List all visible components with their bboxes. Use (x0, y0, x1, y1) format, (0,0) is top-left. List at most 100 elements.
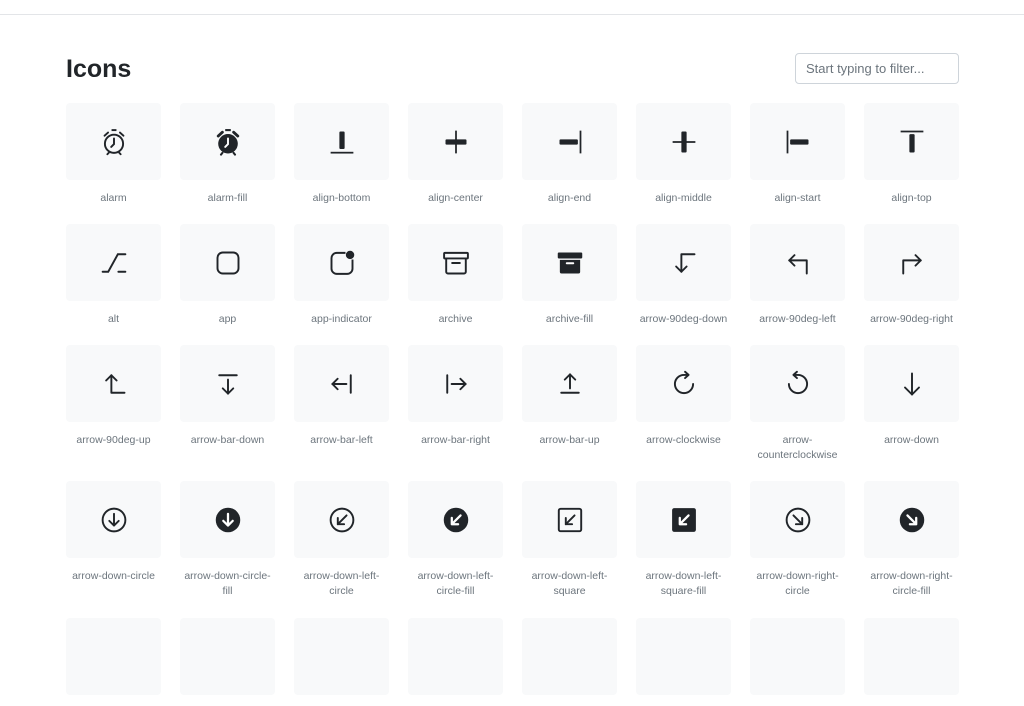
icon-preview[interactable] (750, 345, 845, 422)
icon-preview[interactable] (750, 103, 845, 180)
icon-tile[interactable]: align-start (750, 103, 845, 206)
icon-preview[interactable] (636, 481, 731, 558)
icon-preview[interactable] (66, 224, 161, 301)
icon-preview[interactable] (864, 345, 959, 422)
arrow-down-left-circle-icon (328, 506, 356, 534)
icon-tile[interactable]: alarm (66, 103, 161, 206)
icon-label: arrow-90deg-left (759, 313, 836, 325)
icon-label: align-center (428, 192, 483, 204)
icon-preview[interactable] (864, 481, 959, 558)
filter-input[interactable] (795, 53, 959, 84)
icon-preview[interactable] (294, 103, 389, 180)
arrow-down-left-square-icon (556, 506, 584, 534)
icon-tile[interactable]: arrow-bar-right (408, 345, 503, 463)
icon-preview[interactable] (294, 618, 389, 695)
icon-tile[interactable]: app-indicator (294, 224, 389, 327)
icon-label: arrow-down (884, 434, 939, 446)
icon-preview[interactable] (66, 103, 161, 180)
icon-tile[interactable]: align-center (408, 103, 503, 206)
icon-tile[interactable]: align-bottom (294, 103, 389, 206)
icon-tile[interactable] (864, 618, 959, 706)
icon-label: arrow-down-left-square-fill (645, 570, 722, 597)
icon-preview[interactable] (408, 103, 503, 180)
icon-preview[interactable] (522, 103, 617, 180)
icon-preview[interactable] (522, 224, 617, 301)
icon-preview[interactable] (636, 224, 731, 301)
icon-tile[interactable]: arrow-down-left-square-fill (636, 481, 731, 599)
icon-tile[interactable]: arrow-down-circle (66, 481, 161, 599)
icon-preview[interactable] (66, 481, 161, 558)
icon-tile[interactable]: alt (66, 224, 161, 327)
icon-preview[interactable] (750, 481, 845, 558)
icon-preview[interactable] (180, 103, 275, 180)
icon-tile[interactable]: align-top (864, 103, 959, 206)
icon-tile[interactable]: arrow-90deg-up (66, 345, 161, 463)
icon-preview[interactable] (408, 618, 503, 695)
icon-label: arrow-90deg-down (639, 313, 728, 325)
icon-preview[interactable] (180, 345, 275, 422)
icon-preview[interactable] (636, 103, 731, 180)
icon-tile[interactable]: arrow-down-circle-fill (180, 481, 275, 599)
icon-preview[interactable] (636, 618, 731, 695)
icon-tile[interactable]: archive-fill (522, 224, 617, 327)
icon-tile[interactable] (294, 618, 389, 706)
icon-preview[interactable] (408, 345, 503, 422)
icon-preview[interactable] (522, 345, 617, 422)
icon-tile[interactable] (66, 618, 161, 706)
icon-label: arrow-bar-down (190, 434, 265, 446)
icon-tile[interactable]: arrow-90deg-right (864, 224, 959, 327)
icon-preview[interactable] (180, 224, 275, 301)
icon-preview[interactable] (294, 481, 389, 558)
icon-preview[interactable] (408, 481, 503, 558)
icon-preview[interactable] (66, 345, 161, 422)
arrow-bar-left-icon (328, 370, 356, 398)
icon-preview[interactable] (522, 618, 617, 695)
icon-tile[interactable] (750, 618, 845, 706)
align-end-icon (556, 128, 584, 156)
icon-preview[interactable] (750, 224, 845, 301)
icon-preview[interactable] (408, 224, 503, 301)
icon-preview[interactable] (636, 345, 731, 422)
icon-tile[interactable]: arrow-down-right-circle-fill (864, 481, 959, 599)
icon-tile[interactable]: arrow-clockwise (636, 345, 731, 463)
icon-tile[interactable]: arrow-down-right-circle (750, 481, 845, 599)
icon-tile[interactable]: arrow-bar-left (294, 345, 389, 463)
icon-preview[interactable] (522, 481, 617, 558)
icon-tile[interactable]: alarm-fill (180, 103, 275, 206)
icon-tile[interactable]: archive (408, 224, 503, 327)
icon-tile[interactable]: arrow-down-left-square (522, 481, 617, 599)
icon-tile[interactable] (180, 618, 275, 706)
icon-tile[interactable]: arrow-bar-up (522, 345, 617, 463)
icon-preview[interactable] (180, 618, 275, 695)
icon-tile[interactable]: arrow-bar-down (180, 345, 275, 463)
icon-preview[interactable] (294, 345, 389, 422)
icon-tile[interactable]: app (180, 224, 275, 327)
icon-label: align-start (774, 192, 821, 204)
icon-label: app (218, 313, 237, 325)
icon-tile[interactable]: arrow-down-left-circle (294, 481, 389, 599)
icon-tile[interactable]: arrow-counterclockwise (750, 345, 845, 463)
icon-preview[interactable] (66, 618, 161, 695)
icon-tile[interactable] (408, 618, 503, 706)
icon-preview[interactable] (864, 103, 959, 180)
arrow-down-right-circle-fill-icon (898, 506, 926, 534)
icon-row: arrow-90deg-up arrow-bar-down arrow-bar-le… (66, 345, 959, 463)
icon-preview[interactable] (294, 224, 389, 301)
icon-label: arrow-90deg-right (870, 313, 953, 325)
icon-preview[interactable] (864, 618, 959, 695)
icon-tile[interactable]: arrow-down-left-circle-fill (408, 481, 503, 599)
icon-label: align-end (547, 192, 592, 204)
icon-tile[interactable]: align-middle (636, 103, 731, 206)
align-bottom-icon (328, 128, 356, 156)
icon-tile[interactable] (522, 618, 617, 706)
icon-tile[interactable]: arrow-90deg-left (750, 224, 845, 327)
icon-tile[interactable]: arrow-down (864, 345, 959, 463)
icon-row: alarm alarm-fill align-bottom align-center a… (66, 103, 959, 206)
icon-preview[interactable] (750, 618, 845, 695)
icon-preview[interactable] (180, 481, 275, 558)
align-middle-icon (670, 128, 698, 156)
icon-tile[interactable]: align-end (522, 103, 617, 206)
icon-preview[interactable] (864, 224, 959, 301)
icon-tile[interactable]: arrow-90deg-down (636, 224, 731, 327)
icon-tile[interactable] (636, 618, 731, 706)
